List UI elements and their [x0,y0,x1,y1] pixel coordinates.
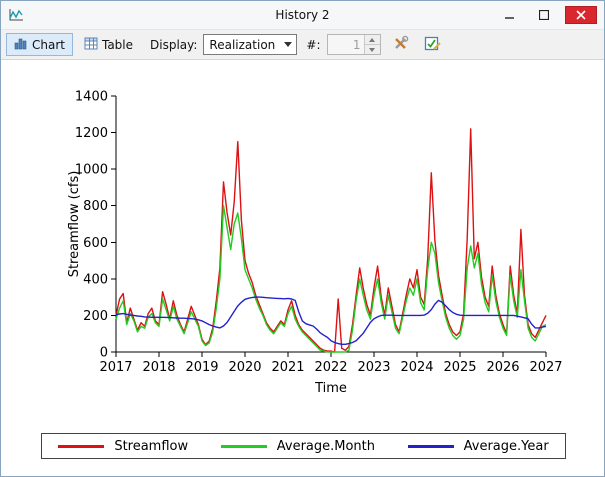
svg-text:200: 200 [83,309,108,324]
maximize-button[interactable] [531,6,557,24]
svg-text:0: 0 [100,346,108,361]
spinner-buttons [363,35,380,54]
svg-text:2017: 2017 [99,360,132,375]
legend-item-average-year: Average.Year [407,438,549,454]
display-select-value: Realization [209,37,276,52]
table-icon [84,37,98,53]
streamflow-chart: 02004006008001000120014002017 2018 2019 202… [67,90,563,397]
svg-text:Time: Time [314,381,347,396]
svg-text:800: 800 [83,199,108,214]
svg-text:2021: 2021 [271,360,304,375]
tools-button[interactable] [388,33,413,56]
chart-button-label: Chart [32,37,65,52]
svg-text:400: 400 [83,272,108,287]
legend-label-streamflow: Streamflow [114,438,189,454]
svg-text:2018: 2018 [142,360,175,375]
svg-text:2023: 2023 [357,360,390,375]
svg-text:2027: 2027 [529,360,562,375]
chart-icon [14,37,28,53]
tools-icon [392,35,409,55]
count-label: #: [306,37,321,52]
svg-text:600: 600 [83,236,108,251]
average-month-line-swatch [220,444,267,448]
svg-text:2025: 2025 [443,360,476,375]
svg-text:2024: 2024 [400,360,433,375]
svg-text:2022: 2022 [314,360,347,375]
average-year-line-swatch [407,444,454,448]
close-button[interactable] [565,6,597,24]
chart-panel: 0 200 400 600 800 1000 1200 1400 2017 2018 2019 202… [1,60,604,476]
realization-number-spinner[interactable] [326,34,381,55]
plot-settings-button[interactable] [420,33,445,56]
legend-item-average-month: Average.Month [220,438,376,454]
chart-tab-button[interactable]: Chart [6,33,73,56]
plot-settings-icon [424,35,441,55]
window-controls [497,6,597,24]
svg-text:2026: 2026 [486,360,519,375]
realization-number-input[interactable] [327,35,364,54]
legend-label-average-year: Average.Year [463,438,549,454]
chevron-down-icon [280,35,296,54]
display-label: Display: [150,37,198,52]
table-tab-button[interactable]: Table [76,33,141,56]
legend-item-streamflow: Streamflow [58,439,188,454]
spin-down-icon[interactable] [363,44,380,54]
streamflow-line-swatch [58,444,105,448]
legend-label-average-month: Average.Month [276,438,376,454]
app-window: History 2 Chart Table Display: Realizati… [0,0,605,477]
display-select[interactable]: Realization [203,34,298,55]
svg-text:Streamflow (cfs): Streamflow (cfs) [67,171,82,278]
title-bar[interactable]: History 2 [1,1,604,29]
plot-app-icon [8,8,24,22]
toolbar: Chart Table Display: Realization #: [1,29,604,60]
svg-text:2019: 2019 [185,360,218,375]
svg-text:1400: 1400 [75,90,108,105]
table-button-label: Table [101,37,134,52]
spin-up-icon[interactable] [363,35,380,44]
svg-text:2020: 2020 [228,360,261,375]
svg-text:1200: 1200 [75,126,108,141]
legend: Streamflow Average.Month Average.Year [41,433,566,459]
minimize-button[interactable] [497,6,523,24]
